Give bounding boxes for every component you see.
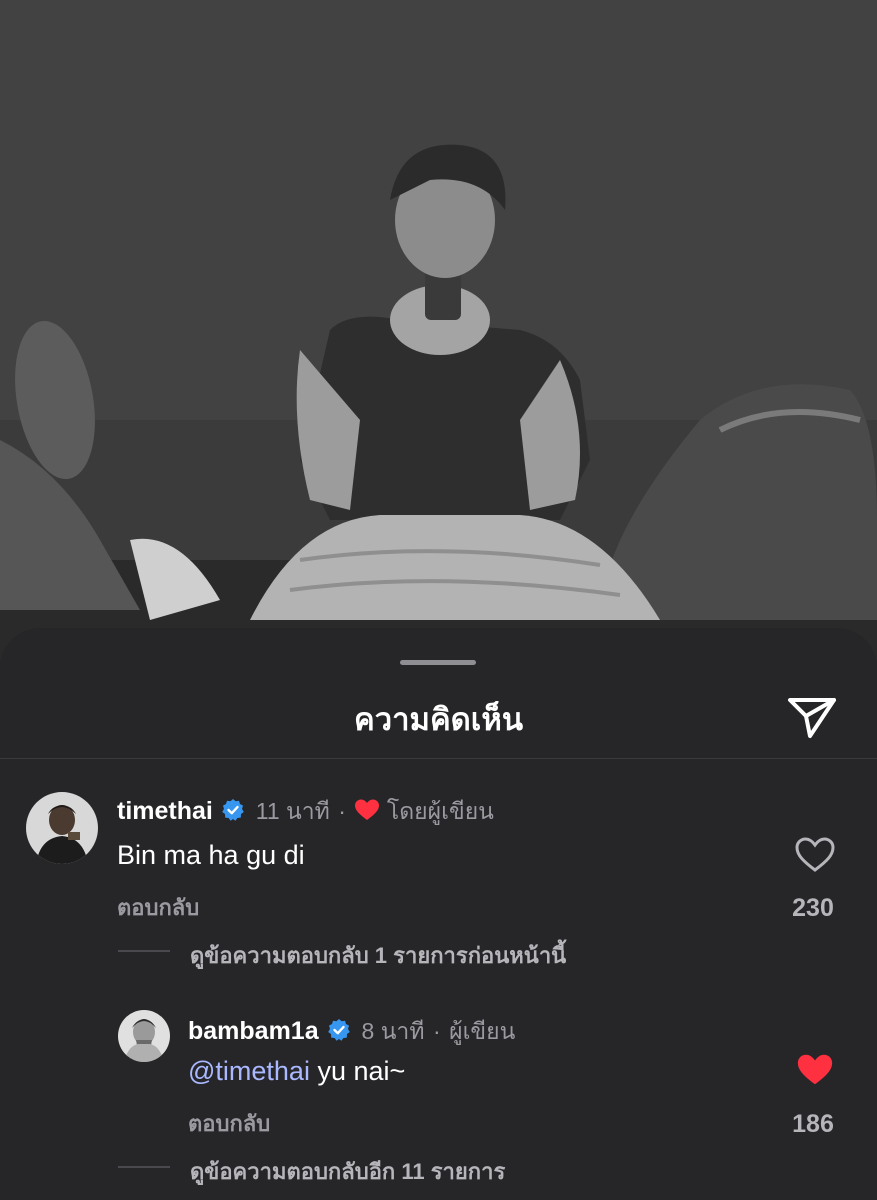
heart-filled-icon bbox=[354, 798, 380, 827]
comment-username[interactable]: bambam1a bbox=[188, 1017, 319, 1045]
heart-outline-icon bbox=[795, 837, 835, 872]
comment-time: 8 นาที bbox=[361, 1018, 425, 1044]
mention-link[interactable]: @timethai bbox=[188, 1056, 310, 1086]
post-photo bbox=[0, 0, 877, 660]
share-button[interactable] bbox=[784, 688, 840, 744]
view-previous-replies[interactable]: ดูข้อความตอบกลับ 1 รายการก่อนหน้านี้ bbox=[190, 938, 566, 973]
avatar-timethai[interactable] bbox=[26, 792, 98, 864]
liked-by-author-label: โดยผู้เขียน bbox=[386, 798, 494, 824]
avatar-bambam1a[interactable] bbox=[118, 1010, 170, 1062]
heart-filled-icon bbox=[797, 1054, 833, 1085]
sheet-divider bbox=[0, 758, 877, 759]
comments-sheet: ความคิดเห็น timethai 11 นาที · โดยผู้เขี… bbox=[0, 628, 877, 1200]
verified-badge-icon bbox=[327, 1018, 351, 1047]
like-button[interactable] bbox=[795, 1050, 835, 1090]
verified-badge-icon bbox=[221, 798, 245, 827]
view-replies-line bbox=[118, 1166, 170, 1168]
send-icon bbox=[788, 698, 836, 738]
sheet-grabber[interactable] bbox=[400, 660, 476, 665]
sheet-title: ความคิดเห็น bbox=[353, 702, 524, 737]
like-count: 186 bbox=[792, 1110, 834, 1138]
meta-separator: · bbox=[432, 1018, 441, 1044]
comment-text: Bin ma ha gu di bbox=[117, 840, 305, 870]
view-more-replies[interactable]: ดูข้อความตอบกลับอีก 11 รายการ bbox=[190, 1154, 505, 1189]
meta-separator: · bbox=[338, 798, 346, 824]
author-label: ผู้เขียน bbox=[449, 1018, 516, 1044]
like-count: 230 bbox=[792, 894, 834, 922]
like-button[interactable] bbox=[794, 834, 836, 876]
comment-time: 11 นาที bbox=[255, 798, 330, 824]
reply-button[interactable]: ตอบกลับ bbox=[117, 890, 199, 925]
reply-button[interactable]: ตอบกลับ bbox=[188, 1106, 270, 1141]
comment-username[interactable]: timethai bbox=[117, 797, 213, 825]
comment-text: @timethai yu nai~ bbox=[188, 1056, 405, 1087]
comment-body: yu nai~ bbox=[309, 1056, 406, 1086]
view-replies-line bbox=[118, 950, 170, 952]
